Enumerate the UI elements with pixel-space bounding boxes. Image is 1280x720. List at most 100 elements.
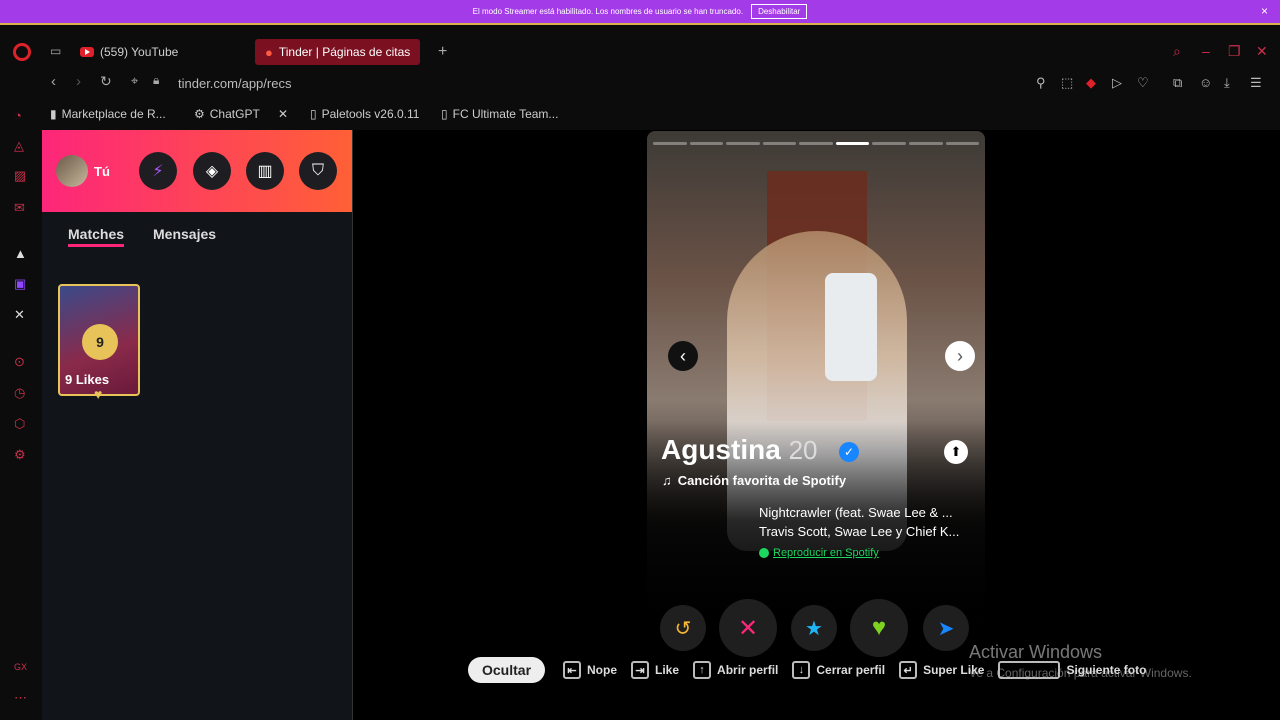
- hide-shortcuts-button[interactable]: Ocultar: [468, 657, 546, 683]
- maximize-icon[interactable]: ❐: [1228, 43, 1241, 60]
- windows-activation-title: Activar Windows: [969, 642, 1103, 662]
- recs-area: ‹ › Agustina 20 ✓ ⬆ ♫ Canción favorita d…: [353, 130, 1280, 720]
- workspace-icon[interactable]: ▨: [14, 168, 26, 184]
- shortcut-open-profile: ↑ Abrir perfil: [693, 661, 778, 679]
- extensions-icon[interactable]: ⬡: [14, 416, 25, 432]
- safety-button[interactable]: ⛉: [299, 152, 337, 190]
- work-button[interactable]: ▥: [246, 152, 284, 190]
- minimize-icon[interactable]: –: [1202, 43, 1210, 59]
- nope-button[interactable]: ✕: [719, 599, 777, 657]
- briefcase-icon: ▥: [257, 163, 273, 180]
- bookmark-x[interactable]: ✕: [278, 107, 293, 121]
- forward-icon[interactable]: ›: [76, 73, 81, 90]
- photo-progress-bars: [653, 142, 980, 145]
- opera-logo-icon[interactable]: [13, 43, 31, 61]
- x-icon[interactable]: ✕: [14, 307, 25, 323]
- tab-matches[interactable]: Matches: [68, 226, 125, 247]
- opera-sidebar: ◔ ◬ ▨ ✉ ▲ ▣ ✕ ⊙ ◷ ⬡ ⚙ GX ⋯: [0, 108, 42, 720]
- gx-icon[interactable]: GX: [14, 662, 27, 672]
- photo-progress-bar[interactable]: [653, 142, 687, 145]
- shortcut-nope: ⇤ Nope: [563, 661, 617, 679]
- explore-button[interactable]: ◈: [193, 152, 231, 190]
- menu-icon[interactable]: ☰: [1250, 75, 1262, 91]
- tab-tinder[interactable]: ● Tinder | Páginas de citas: [255, 39, 421, 65]
- likes-card[interactable]: 9 9 Likes ♥: [58, 284, 140, 402]
- location-icon[interactable]: ⌖: [131, 73, 138, 89]
- reload-icon[interactable]: ↻: [100, 73, 112, 90]
- profile-name: Agustina 20: [661, 434, 817, 466]
- mail-icon[interactable]: ✉: [14, 200, 25, 216]
- profile-name-text: Agustina: [661, 434, 781, 465]
- photo-progress-bar[interactable]: [945, 142, 980, 145]
- photo-phone: [825, 273, 877, 381]
- super-like-button[interactable]: ★: [791, 605, 837, 651]
- photo-progress-bar[interactable]: [762, 142, 797, 145]
- shortcut-label: Cerrar perfil: [816, 663, 886, 677]
- spotify-play-link[interactable]: Reproducir en Spotify: [759, 547, 879, 559]
- search-icon[interactable]: ⌕: [1173, 43, 1181, 60]
- tab-island-icon[interactable]: ▭: [50, 44, 61, 58]
- close-window-icon[interactable]: ✕: [1256, 43, 1268, 60]
- app-icon[interactable]: ▲: [14, 246, 27, 261]
- snapshot-icon[interactable]: ⬚: [1061, 75, 1073, 91]
- boost-button[interactable]: ⚡︎: [139, 152, 177, 190]
- photo-progress-bar[interactable]: [908, 142, 943, 145]
- like-button[interactable]: ♥: [850, 599, 908, 657]
- chatgpt-icon: ⚙: [194, 107, 205, 121]
- previous-photo-button[interactable]: ‹: [668, 341, 698, 371]
- photo-progress-bar[interactable]: [689, 142, 724, 145]
- tab-label: (559) YouTube: [100, 45, 179, 59]
- download-icon[interactable]: ⤓: [1224, 75, 1230, 91]
- more-icon[interactable]: ⋯: [14, 690, 27, 706]
- aria-icon[interactable]: ◔: [14, 108, 22, 123]
- rewind-button[interactable]: ↺: [660, 605, 706, 651]
- song-title: Nightcrawler (feat. Swae Lee & ...: [759, 505, 953, 520]
- photo-progress-bar[interactable]: [872, 142, 906, 145]
- profile-age: 20: [788, 435, 818, 465]
- you-label[interactable]: Tú: [94, 164, 110, 179]
- crypto-wallet-icon[interactable]: ◬: [14, 138, 24, 154]
- history-icon[interactable]: ◷: [14, 385, 25, 401]
- close-icon[interactable]: ×: [1261, 4, 1268, 18]
- photo-progress-bar[interactable]: [799, 142, 833, 145]
- photo-progress-bar[interactable]: [835, 142, 870, 145]
- spotify-icon: [759, 548, 769, 558]
- player-icon[interactable]: ⊙: [14, 354, 25, 370]
- open-profile-button[interactable]: ⬆: [944, 440, 968, 464]
- tab-youtube[interactable]: (559) YouTube: [70, 39, 188, 65]
- pocket-icon[interactable]: ◆: [1086, 75, 1096, 91]
- avatar[interactable]: [56, 155, 88, 187]
- tinder-sidebar-header: Tú ⚡︎ ◈ ▥ ⛉: [42, 130, 352, 212]
- new-tab-icon[interactable]: +: [438, 43, 447, 61]
- photo-progress-bar[interactable]: [726, 142, 760, 145]
- player-icon[interactable]: ▷: [1112, 75, 1122, 91]
- arrow-right-key-icon: ⇥: [631, 661, 650, 679]
- disable-streamer-button[interactable]: Deshabilitar: [751, 4, 808, 19]
- twitch-icon[interactable]: ▣: [14, 276, 26, 292]
- shortcut-close-profile: ↓ Cerrar perfil: [792, 661, 885, 679]
- address-bar[interactable]: tinder.com/app/recs: [178, 76, 291, 91]
- bookmark-paletools[interactable]: ▯ Paletools v26.0.11: [310, 107, 419, 121]
- bookmark-fc-ultimate[interactable]: ▯ FC Ultimate Team...: [441, 107, 558, 121]
- bookmark-chatgpt[interactable]: ⚙ ChatGPT: [194, 107, 260, 121]
- windows-activation-subtitle: Ve a Configuración para activar Windows.: [969, 666, 1192, 680]
- profile-icon[interactable]: ☺: [1199, 75, 1212, 90]
- pin-icon[interactable]: ⚲: [1036, 75, 1046, 91]
- heart-icon[interactable]: ♡: [1137, 75, 1149, 91]
- boost-button[interactable]: ➤: [923, 605, 969, 651]
- spotify-song: Nightcrawler (feat. Swae Lee & ... Travi…: [759, 503, 959, 541]
- settings-icon[interactable]: ⚙: [14, 447, 26, 463]
- streamer-banner-text: El modo Streamer está habilitado. Los no…: [472, 7, 744, 16]
- extensions-icon[interactable]: ⧉: [1173, 75, 1182, 91]
- likes-label: 9 Likes: [65, 372, 110, 387]
- bookmark-marketplace[interactable]: ▮ Marketplace de R...: [50, 107, 166, 121]
- bookmark-label: Marketplace de R...: [61, 107, 166, 121]
- lock-icon[interactable]: 🔒︎: [153, 73, 159, 88]
- streamer-mode-banner: El modo Streamer está habilitado. Los no…: [0, 0, 1280, 23]
- next-photo-button[interactable]: ›: [945, 341, 975, 371]
- shortcut-label: Nope: [587, 663, 618, 677]
- back-icon[interactable]: ‹: [51, 73, 56, 90]
- tab-mensajes[interactable]: Mensajes: [153, 226, 216, 242]
- tab-label: Tinder | Páginas de citas: [278, 45, 411, 59]
- browser-toolbar: ▭ (559) YouTube ● Tinder | Páginas de ci…: [0, 23, 1280, 130]
